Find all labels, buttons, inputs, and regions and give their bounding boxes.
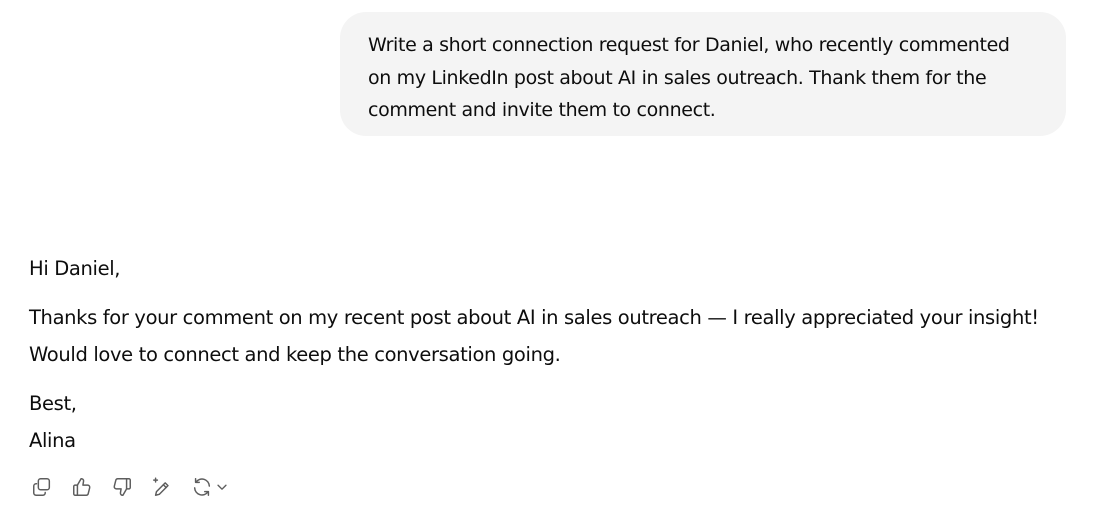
message-action-bar (29, 474, 229, 500)
thumbs-up-icon (73, 478, 91, 496)
assistant-body-line-2: Would love to connect and keep the conve… (29, 343, 561, 366)
regenerate-icon (193, 478, 211, 496)
user-message-bubble: Write a short connection request for Dan… (340, 12, 1066, 136)
user-message-text: Write a short connection request for Dan… (368, 34, 1010, 121)
regenerate-icon-wrap[interactable] (189, 474, 215, 500)
edit-sparkle-icon (153, 477, 169, 496)
edit-in-canvas-button[interactable] (149, 474, 175, 500)
bad-response-button[interactable] (109, 474, 135, 500)
thumbs-down-icon (113, 478, 131, 496)
copy-icon (33, 478, 51, 496)
regenerate-button[interactable] (189, 474, 229, 500)
assistant-signature: Alina (29, 429, 76, 452)
chat-thread: Write a short connection request for Dan… (0, 0, 1104, 518)
chevron-down-icon (217, 484, 227, 490)
assistant-body: Thanks for your comment on my recent pos… (29, 299, 1079, 374)
good-response-button[interactable] (69, 474, 95, 500)
regenerate-menu-toggle[interactable] (215, 480, 229, 494)
copy-button[interactable] (29, 474, 55, 500)
assistant-greeting: Hi Daniel, (29, 257, 121, 280)
assistant-signoff: Best, (29, 391, 77, 415)
assistant-body-line-1: Thanks for your comment on my recent pos… (29, 305, 1039, 329)
assistant-message: Hi Daniel, Thanks for your comment on my… (29, 250, 1079, 460)
